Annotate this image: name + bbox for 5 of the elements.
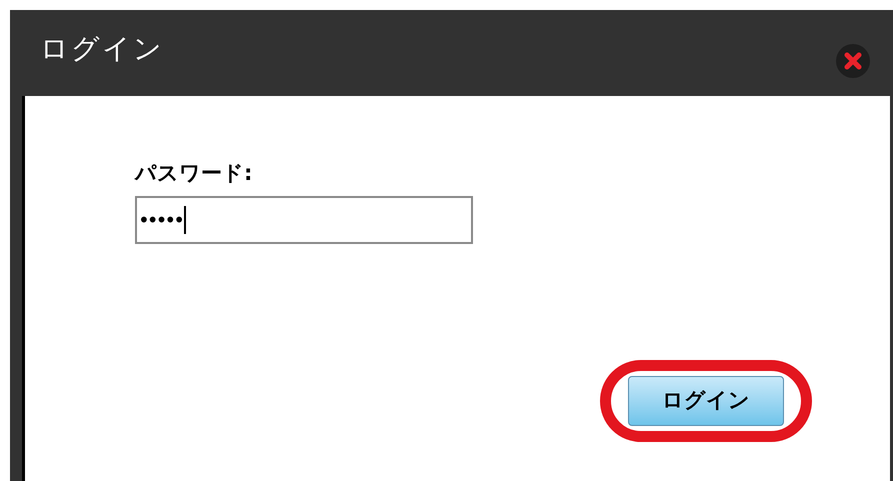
window-title: ログイン [40, 31, 164, 67]
password-field[interactable]: ••••• [135, 196, 473, 244]
login-button[interactable]: ログイン [628, 376, 784, 426]
close-icon[interactable] [835, 43, 871, 79]
password-label: パスワード: [135, 160, 254, 187]
